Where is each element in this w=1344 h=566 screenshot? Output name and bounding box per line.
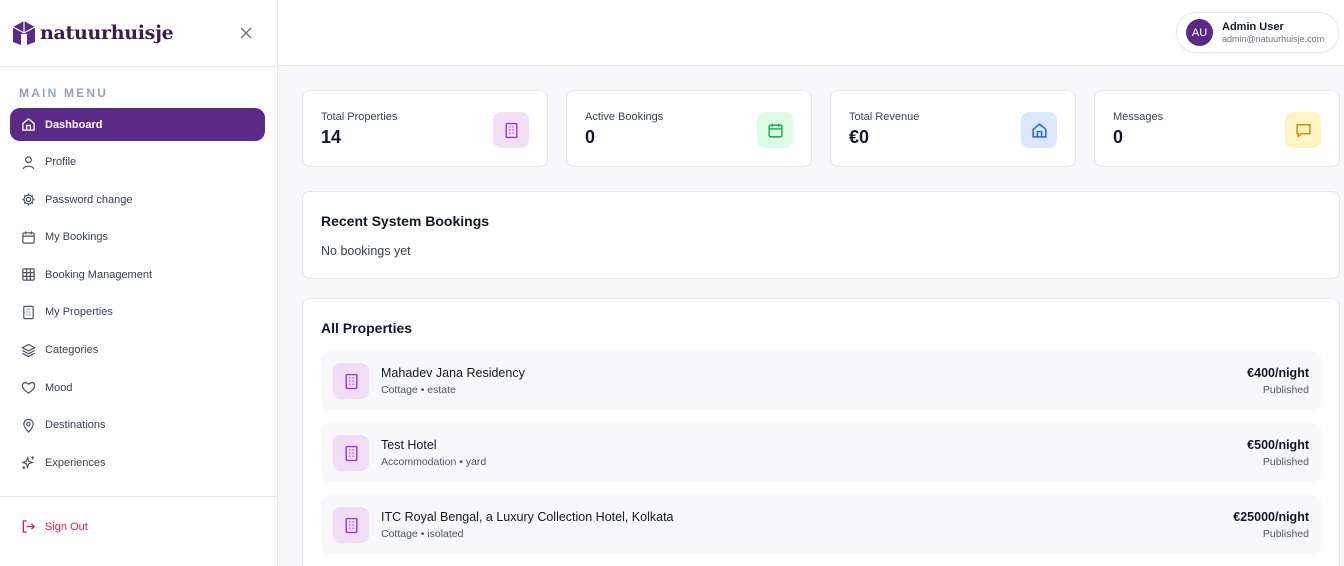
- stat-card-active-bookings: Active Bookings 0: [566, 90, 812, 167]
- property-price: €500/night: [1247, 438, 1309, 452]
- empty-state-text: No bookings yet: [321, 244, 411, 258]
- message-icon: [1295, 123, 1311, 138]
- heart-icon: [21, 382, 36, 395]
- property-name: Mahadev Jana Residency: [381, 366, 525, 380]
- house-logo-icon: [12, 21, 36, 45]
- stat-label: Total Revenue: [849, 111, 920, 123]
- stat-label: Messages: [1113, 111, 1164, 123]
- all-properties-card: All Properties Mahadev Jana Residency Co…: [302, 298, 1340, 566]
- stat-icon-box: [1285, 112, 1321, 148]
- sidebar-item-password-change[interactable]: Password change: [10, 183, 265, 216]
- stat-card-total-properties: Total Properties 14: [302, 90, 548, 167]
- building-icon: [504, 122, 518, 138]
- list-item[interactable]: ITC Royal Bengal, a Luxury Collection Ho…: [321, 495, 1321, 554]
- user-email: admin@natuurhuisje.com: [1222, 33, 1325, 44]
- property-name: Test Hotel: [381, 438, 437, 452]
- user-menu-button[interactable]: AU Admin User admin@natuurhuisje.com: [1176, 12, 1339, 53]
- property-icon-box: [333, 435, 369, 471]
- user-info: Admin User admin@natuurhuisje.com: [1222, 21, 1324, 45]
- sidebar: natuurhuisje MAIN MENU Dashboard Profile…: [0, 0, 278, 566]
- property-meta: Accommodation • yard: [381, 456, 487, 468]
- sidebar-item-my-properties[interactable]: My Properties: [10, 296, 265, 329]
- property-meta: Cottage • estate: [381, 384, 456, 396]
- logo-row: natuurhuisje: [0, 0, 277, 67]
- top-header: AU Admin User admin@natuurhuisje.com: [278, 0, 1344, 66]
- stat-value: 14: [321, 127, 342, 147]
- map-pin-icon: [23, 418, 34, 433]
- property-status: Published: [1262, 456, 1309, 468]
- gear-icon: [22, 193, 35, 206]
- sidebar-item-profile[interactable]: Profile: [10, 146, 265, 179]
- stat-value: €0: [849, 127, 870, 147]
- sign-out-button[interactable]: Sign Out: [21, 519, 88, 534]
- property-price: €25000/night: [1233, 510, 1309, 524]
- sidebar-item-destinations[interactable]: Destinations: [10, 409, 265, 442]
- card-title: Recent System Bookings: [321, 213, 490, 229]
- layers-icon: [21, 343, 36, 357]
- sidebar-item-label: My Properties: [45, 306, 113, 319]
- sidebar-item-label: Categories: [45, 344, 99, 357]
- property-icon-box: [333, 507, 369, 543]
- property-icon-box: [333, 363, 369, 399]
- building-icon: [344, 373, 358, 389]
- user-icon: [22, 155, 35, 169]
- property-meta: Cottage • isolated: [381, 528, 464, 540]
- list-item[interactable]: Mahadev Jana Residency Cottage • estate …: [321, 351, 1321, 410]
- stat-icon-box: [493, 112, 529, 148]
- list-item[interactable]: Test Hotel Accommodation • yard €500/nig…: [321, 423, 1321, 482]
- sidebar-item-label: Destinations: [45, 419, 106, 432]
- stat-label: Active Bookings: [585, 111, 664, 123]
- main-menu: Dashboard Profile Password change My Boo…: [10, 108, 265, 484]
- home-icon: [1031, 122, 1047, 138]
- sidebar-item-label: Booking Management: [45, 268, 153, 281]
- sidebar-item-booking-management[interactable]: Booking Management: [10, 258, 265, 291]
- stat-value: 0: [585, 127, 596, 147]
- sidebar-item-dashboard[interactable]: Dashboard: [10, 108, 265, 141]
- sidebar-item-label: Profile: [45, 156, 77, 169]
- stat-card-total-revenue: Total Revenue €0: [830, 90, 1076, 167]
- building-icon: [344, 517, 358, 533]
- sparkles-icon: [21, 456, 35, 470]
- property-name: ITC Royal Bengal, a Luxury Collection Ho…: [381, 510, 674, 524]
- stat-card-messages: Messages 0: [1094, 90, 1340, 167]
- stat-label: Total Properties: [321, 111, 398, 123]
- building-icon: [344, 445, 358, 461]
- stat-icon-box: [1021, 112, 1057, 148]
- calendar-icon: [22, 231, 35, 244]
- sidebar-item-label: Mood: [45, 381, 73, 394]
- user-name: Admin User: [1222, 20, 1284, 33]
- recent-bookings-card: Recent System Bookings No bookings yet: [302, 191, 1340, 279]
- sidebar-divider: [0, 496, 277, 497]
- sidebar-item-label: Dashboard: [45, 118, 103, 131]
- stat-icon-box: [757, 112, 793, 148]
- property-status: Published: [1262, 384, 1309, 396]
- menu-heading: MAIN MENU: [19, 86, 109, 100]
- sidebar-item-my-bookings[interactable]: My Bookings: [10, 221, 265, 254]
- close-icon: [240, 27, 252, 39]
- building-icon: [23, 305, 34, 320]
- sidebar-item-categories[interactable]: Categories: [10, 334, 265, 367]
- logout-icon: [22, 520, 36, 533]
- sidebar-item-label: Password change: [45, 193, 133, 206]
- card-title: All Properties: [321, 320, 413, 336]
- sidebar-item-mood[interactable]: Mood: [10, 371, 265, 404]
- grid-icon: [22, 268, 35, 282]
- sidebar-item-label: My Bookings: [45, 231, 108, 244]
- stat-value: 0: [1113, 127, 1124, 147]
- close-sidebar-button[interactable]: [237, 24, 255, 42]
- sign-out-label: Sign Out: [45, 520, 88, 533]
- property-status: Published: [1262, 528, 1309, 540]
- sidebar-item-label: Experiences: [45, 456, 106, 469]
- calendar-icon: [767, 123, 783, 138]
- home-icon: [22, 118, 35, 131]
- sidebar-item-experiences[interactable]: Experiences: [10, 446, 265, 479]
- brand-logo[interactable]: natuurhuisje: [12, 20, 174, 46]
- brand-name: natuurhuisje: [40, 22, 174, 44]
- avatar: AU: [1186, 19, 1213, 46]
- property-price: €400/night: [1247, 366, 1309, 380]
